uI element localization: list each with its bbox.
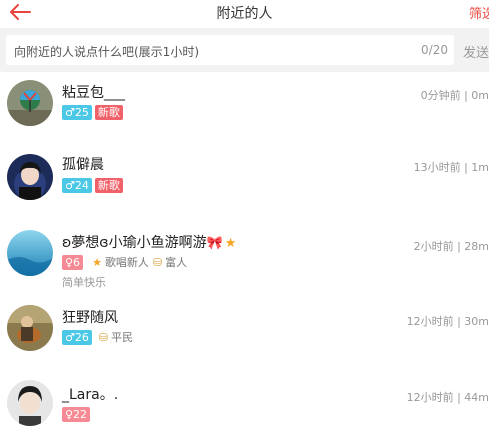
wealth-badge: ⛁ 富人 [153, 255, 187, 270]
user-name: _Lara。. [62, 387, 119, 403]
avatar[interactable] [7, 305, 53, 351]
avatar[interactable] [7, 154, 53, 200]
new-song-badge: 新歌 [94, 178, 123, 193]
age-badge: ♂25 [62, 105, 92, 120]
distance-time: 12小时前 | 44m [406, 391, 489, 404]
user-name: 孤僻晨 [62, 157, 104, 173]
user-tags: ♂26 ⛁ 平民 [62, 330, 133, 345]
user-name: ʚ夢想ɞ小瑜小鱼游啊游🎀 ★ [62, 232, 236, 252]
age-badge: ♂24 [62, 178, 92, 193]
distance-time: 13小时前 | 1m [413, 161, 489, 174]
user-name: 狂野随风 [62, 310, 118, 326]
treasure-icon: ⛁ [152, 256, 163, 269]
list-item[interactable]: _Lara。. 12小时前 | 44m ♀22 [0, 378, 489, 444]
distance-time: 0分钟前 | 0m [420, 89, 489, 102]
message-placeholder: 向附近的人说点什么吧(展示1小时) [14, 45, 199, 59]
rank-label: 歌唱新人 [104, 256, 149, 269]
avatar[interactable] [7, 380, 53, 426]
user-tags: ♀22 [62, 407, 93, 422]
treasure-icon: ⛁ [98, 331, 109, 344]
age-badge: ♀6 [62, 255, 84, 270]
avatar[interactable] [7, 80, 53, 126]
user-name-text: ʚ夢想ɞ小瑜小鱼游啊游 [62, 235, 207, 251]
wealth-label: 平民 [111, 331, 134, 344]
list-item[interactable]: 狂野随风 12小时前 | 30m ♂26 ⛁ 平民 [0, 302, 489, 374]
user-tags: ♂25 新歌 [62, 105, 126, 120]
page-title: 附近的人 [216, 6, 273, 22]
bow-icon: 🎀 [206, 236, 223, 251]
star-icon: ★ [92, 256, 102, 269]
list-item[interactable]: 粘豆包___ 0分钟前 | 0m ♂25 新歌 [0, 72, 489, 144]
age-badge: ♀22 [62, 407, 91, 422]
wealth-badge: ⛁ 平民 [99, 330, 133, 345]
user-name: 粘豆包___ [62, 85, 125, 101]
message-input[interactable]: 向附近的人说点什么吧(展示1小时) 0/20 [6, 35, 454, 65]
distance-time: 12小时前 | 30m [406, 315, 489, 328]
compose-bar: 向附近的人说点什么吧(展示1小时) 0/20 发送 [0, 28, 489, 72]
filter-button[interactable]: 筛选 [469, 3, 489, 22]
char-counter: 0/20 [421, 43, 448, 57]
list-item[interactable]: 孤僻晨 13小时前 | 1m ♂24 新歌 [0, 144, 489, 216]
wealth-label: 富人 [165, 256, 188, 269]
avatar[interactable] [7, 230, 53, 276]
new-song-badge: 新歌 [94, 105, 123, 120]
age-badge: ♂26 [62, 330, 92, 345]
user-tags: ♂24 新歌 [62, 178, 126, 193]
top-bar: 附近的人 筛选 [0, 0, 489, 28]
list-item[interactable]: ʚ夢想ɞ小瑜小鱼游啊游🎀 ★ 2小时前 | 28m ♀6 ★ 歌唱新人 ⛁ 富人 简单快乐 [0, 224, 489, 296]
send-button[interactable]: 发送 [463, 42, 489, 61]
user-signature: 简单快乐 [62, 276, 106, 289]
star-icon: ★ [224, 236, 237, 251]
rank-badge: ★ 歌唱新人 [90, 255, 149, 270]
distance-time: 2小时前 | 28m [413, 240, 489, 253]
user-tags: ♀6 ★ 歌唱新人 ⛁ 富人 [62, 255, 187, 270]
